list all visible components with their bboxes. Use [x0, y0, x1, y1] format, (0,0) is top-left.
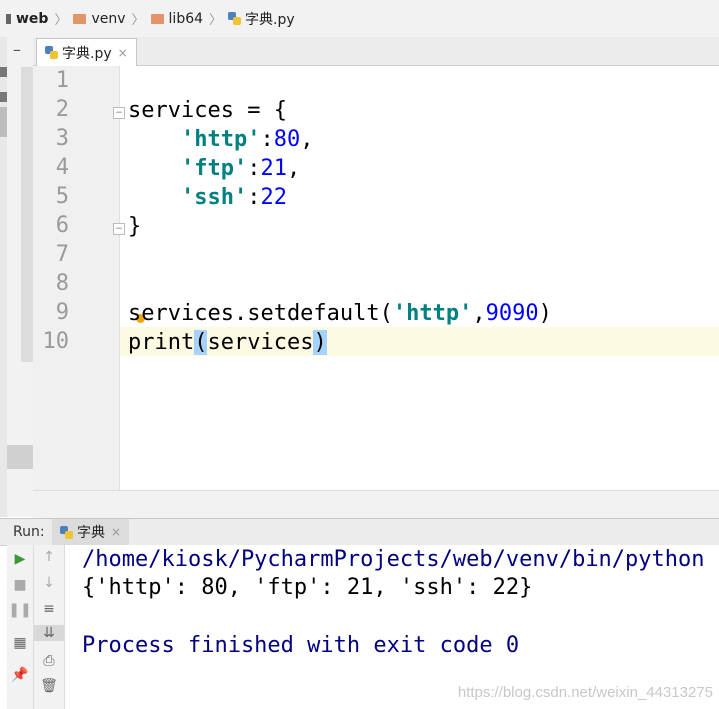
pin-icon[interactable]: 📌	[7, 667, 33, 683]
code-line-4: 'ftp':21,	[180, 156, 301, 181]
python-file-icon	[60, 525, 73, 539]
run-toolbar-primary: ▶ ■ ❚❚ ▦ 📌	[7, 545, 34, 709]
editor-bottom-area	[33, 490, 719, 519]
line-number: 5	[55, 184, 69, 209]
line-number: 4	[55, 155, 69, 180]
line-number: 6	[55, 213, 69, 238]
line-number: 3	[55, 126, 69, 151]
scroll-to-end-icon[interactable]: ⇊	[34, 625, 64, 641]
tab-run-zidian[interactable]: 字典 ×	[52, 519, 130, 545]
python-file-icon	[228, 12, 242, 25]
close-tab-icon[interactable]: ×	[111, 525, 121, 539]
line-number: 7	[55, 242, 69, 267]
code-line-9: services.setdefault('http',9090)	[128, 301, 552, 326]
line-number: 10	[42, 329, 70, 354]
code-line-10: print(services)	[128, 330, 327, 355]
breadcrumb: web 〉 venv 〉 lib64 〉 字典.py	[0, 0, 719, 38]
console-line: /home/kiosk/PycharmProjects/web/venv/bin…	[82, 547, 705, 572]
arrow-up-icon[interactable]: ↑	[34, 549, 64, 565]
brace-match-highlight: (	[194, 330, 208, 355]
code-line-3: 'http':80,	[180, 127, 314, 152]
console-line: Process finished with exit code 0	[82, 633, 520, 658]
line-number: 1	[55, 68, 69, 93]
folder-icon	[73, 13, 87, 24]
project-icon	[6, 13, 11, 24]
editor-tab-bar: 字典.py ×	[33, 37, 719, 66]
run-toolbar-secondary: ↑ ↓ ≡ ⇊ ⎙ 🗑	[34, 545, 65, 709]
code-editor[interactable]: 1 2 3 4 5 6 7 8 9 10 − − services = { 'h…	[33, 66, 719, 490]
rerun-icon[interactable]: ▶	[7, 551, 33, 567]
chevron-right-icon: 〉	[131, 13, 145, 28]
chevron-right-icon: 〉	[54, 13, 68, 28]
side-panel-marker	[7, 445, 33, 469]
folder-icon	[150, 13, 164, 24]
python-file-icon	[45, 46, 58, 59]
tab-zidian-py[interactable]: 字典.py ×	[36, 38, 137, 66]
line-number-gutter[interactable]: 1 2 3 4 5 6 7 8 9 10 − −	[33, 66, 125, 490]
code-line-2: services = {	[128, 98, 287, 123]
close-tab-icon[interactable]: ×	[118, 46, 128, 60]
watermark: https://blog.csdn.net/weixin_44313275	[457, 684, 713, 701]
run-label: Run:	[13, 524, 45, 540]
editor-side-column: –	[7, 37, 34, 517]
code-line-5: 'ssh':22	[180, 185, 287, 210]
breadcrumb-item-web[interactable]: web 〉	[0, 9, 67, 28]
code-text-area[interactable]: services = { 'http':80, 'ftp':21, 'ssh':…	[120, 66, 719, 490]
stop-icon[interactable]: ■	[7, 577, 33, 593]
pause-icon[interactable]: ❚❚	[7, 602, 33, 618]
line-number: 2	[55, 97, 69, 122]
arrow-down-icon[interactable]: ↓	[34, 575, 64, 591]
structure-scroll-bar[interactable]	[21, 67, 33, 362]
trash-icon[interactable]: 🗑	[34, 678, 64, 694]
print-icon[interactable]: ⎙	[34, 653, 64, 669]
breadcrumb-item-venv[interactable]: venv 〉	[67, 9, 145, 28]
layout-icon[interactable]: ▦	[7, 635, 33, 651]
breadcrumb-item-file[interactable]: 字典.py	[222, 9, 295, 29]
chevron-right-icon: 〉	[209, 13, 223, 28]
code-line-6: }	[128, 214, 142, 239]
line-number: 9	[55, 300, 69, 325]
minimize-icon[interactable]: –	[13, 40, 21, 59]
breadcrumb-item-lib64[interactable]: lib64 〉	[145, 9, 223, 28]
soft-wrap-icon[interactable]: ≡	[34, 601, 64, 617]
line-number: 8	[55, 271, 69, 296]
brace-match-highlight: )	[313, 330, 327, 355]
run-tool-window-header: Run: 字典 ×	[0, 518, 719, 546]
console-line: {'http': 80, 'ftp': 21, 'ssh': 22}	[82, 575, 533, 600]
